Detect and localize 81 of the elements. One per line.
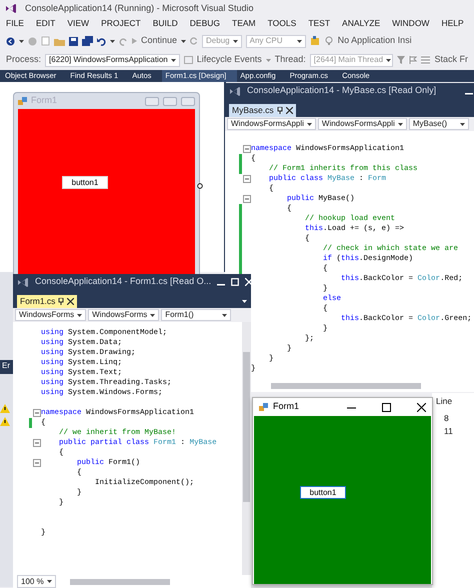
- back-icon[interactable]: [6, 36, 15, 46]
- caret-icon: [232, 40, 238, 42]
- caret-icon: [306, 122, 312, 126]
- warning-icon: [0, 404, 10, 413]
- navigation-dropdown[interactable]: WindowsForms: [88, 309, 160, 321]
- collapse-icon[interactable]: [33, 409, 41, 417]
- navigation-dropdown[interactable]: WindowsFormsAppli: [318, 118, 407, 130]
- save-all-icon[interactable]: [82, 36, 93, 46]
- caret-icon: [170, 58, 176, 62]
- continue-button[interactable]: Continue: [141, 34, 178, 48]
- insights-button[interactable]: No Application Insi: [338, 34, 412, 48]
- menu-item[interactable]: TEAM: [232, 17, 256, 30]
- pin-icon[interactable]: [276, 106, 283, 114]
- navigation-dropdown[interactable]: WindowsFormsAppli: [227, 118, 316, 130]
- form-icon: [18, 96, 27, 106]
- window-title: ConsoleApplication14 (Running) - Microsoft Visual Studio: [25, 2, 254, 15]
- save-icon[interactable]: [69, 36, 78, 46]
- caret-icon: [110, 40, 115, 42]
- caret-icon: [77, 314, 82, 316]
- menu-item[interactable]: ANALYZE: [342, 17, 380, 30]
- caret-icon: [386, 58, 392, 62]
- horizontal-scrollbar[interactable]: [70, 578, 170, 584]
- logo-icon: [5, 3, 17, 14]
- tab-label: MyBase.cs: [232, 104, 274, 116]
- form-button[interactable]: button1: [300, 486, 346, 499]
- navigation-dropdown[interactable]: MyBase(): [408, 118, 469, 130]
- caret-icon: [266, 58, 271, 62]
- menu-item[interactable]: VIEW: [67, 17, 90, 30]
- menu-item[interactable]: BUILD: [152, 17, 178, 30]
- menu-item[interactable]: TOOLS: [268, 17, 296, 30]
- restart-icon[interactable]: [190, 37, 198, 45]
- table-cell-text: 8: [443, 412, 450, 424]
- menu-item[interactable]: DEBUG: [190, 17, 220, 30]
- zoom-dropdown[interactable]: 100 %: [17, 575, 56, 588]
- logo-icon: [229, 86, 241, 96]
- form-icon: [259, 402, 268, 412]
- lifecycle-button[interactable]: Lifecycle Events: [196, 53, 262, 67]
- window-title: ConsoleApplication14 - MyBase.cs [Read Only]: [247, 84, 438, 98]
- field-label: Process:: [6, 53, 42, 66]
- file-tab[interactable]: MyBase.cs: [229, 104, 296, 116]
- window-title: Form1: [273, 400, 300, 414]
- stack-frame-label: Stack Fr: [434, 53, 468, 66]
- navigation-dropdown[interactable]: WindowsForms: [15, 309, 86, 321]
- collapse-icon[interactable]: [243, 145, 251, 153]
- collapse-icon[interactable]: [243, 175, 251, 183]
- navigation-dropdown[interactable]: Form1(): [161, 309, 232, 321]
- caret-icon: [460, 122, 465, 126]
- tab-label: Form1.cs: [20, 294, 56, 308]
- pin-icon[interactable]: [58, 298, 64, 304]
- menu-item[interactable]: FILE: [6, 17, 24, 30]
- menu-item[interactable]: WINDOW: [392, 17, 430, 30]
- logo-icon: [17, 276, 29, 288]
- collapse-icon[interactable]: [33, 439, 41, 447]
- caret-icon: [398, 122, 403, 126]
- window-title: ConsoleApplication14 - Form1.cs [Read O...: [35, 275, 212, 288]
- play-icon: [132, 38, 137, 44]
- vertical-scrollbar[interactable]: [242, 322, 251, 575]
- file-tab[interactable]: Form1.cs: [17, 294, 78, 308]
- menu-item[interactable]: EDIT: [36, 17, 56, 30]
- caret-icon: [150, 314, 156, 316]
- field-label: Thread:: [274, 53, 306, 66]
- error-list-tab[interactable]: Er: [0, 360, 13, 374]
- caret-icon: [181, 40, 186, 42]
- menu-item[interactable]: PROJECT: [101, 17, 141, 30]
- menu-item[interactable]: TEST: [308, 17, 330, 30]
- caret-icon: [222, 314, 228, 316]
- caret-icon: [19, 40, 24, 42]
- process-dropdown[interactable]: [6220] WindowsFormsApplication: [45, 54, 180, 66]
- column-header: Line: [436, 395, 454, 408]
- undo-icon[interactable]: [97, 36, 106, 46]
- collapse-icon[interactable]: [33, 459, 41, 467]
- caret-icon: [46, 580, 52, 583]
- caret-icon: [296, 40, 302, 42]
- form-button[interactable]: button1: [62, 176, 108, 189]
- caret-icon: [242, 300, 247, 302]
- horizontal-scrollbar[interactable]: [271, 382, 421, 388]
- menu-item[interactable]: HELP: [441, 17, 464, 30]
- warning-icon: [0, 417, 10, 426]
- table-cell-text: 11: [443, 424, 454, 438]
- resize-handle[interactable]: [197, 183, 203, 189]
- collapse-icon[interactable]: [243, 195, 251, 203]
